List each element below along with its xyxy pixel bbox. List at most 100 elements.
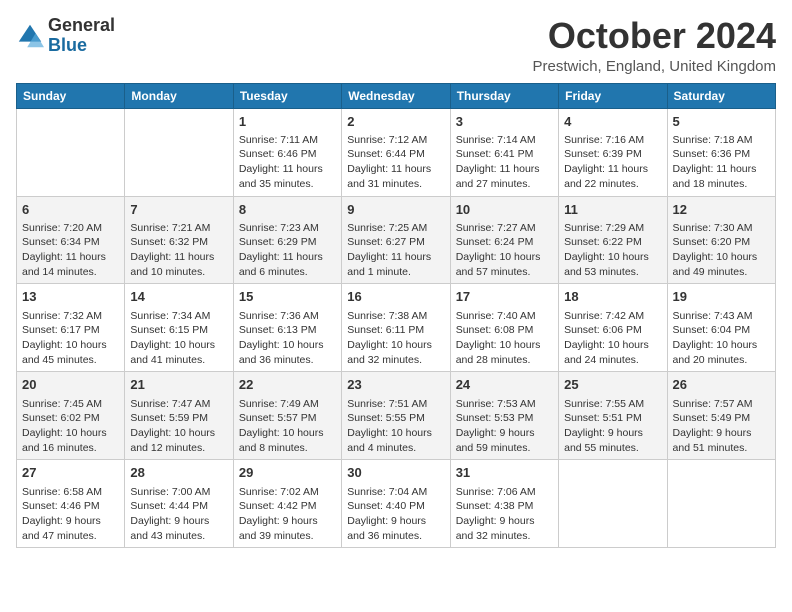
calendar-cell: 31 Sunrise: 7:06 AM Sunset: 4:38 PM Dayli… (450, 460, 558, 548)
calendar-cell: 9Sunrise: 7:25 AM Sunset: 6:27 PM Daylig… (342, 196, 450, 284)
calendar-cell: 5 Sunrise: 7:18 AM Sunset: 6:36 PM Daylig… (667, 108, 775, 196)
calendar-cell: 10 Sunrise: 7:27 AM Sunset: 6:24 PM Dayli… (450, 196, 558, 284)
day-number: 22 (239, 376, 336, 394)
calendar-cell: 13 Sunrise: 7:32 AM Sunset: 6:17 PM Dayli… (17, 284, 125, 372)
day-number: 2 (347, 113, 444, 131)
day-info: Sunrise: 7:49 AM Sunset: 5:57 PM Dayligh… (239, 397, 336, 456)
day-number: 16 (347, 288, 444, 306)
day-info: Sunrise: 7:02 AM Sunset: 4:42 PM Dayligh… (239, 485, 336, 544)
day-number: 15 (239, 288, 336, 306)
calendar-cell (125, 108, 233, 196)
weekday-header-friday: Friday (559, 83, 667, 108)
calendar-cell: 18 Sunrise: 7:42 AM Sunset: 6:06 PM Dayli… (559, 284, 667, 372)
calendar-cell: 27 Sunrise: 6:58 AM Sunset: 4:46 PM Dayli… (17, 460, 125, 548)
calendar-cell: 16 Sunrise: 7:38 AM Sunset: 6:11 PM Dayli… (342, 284, 450, 372)
day-info: Sunrise: 7:06 AM Sunset: 4:38 PM Dayligh… (456, 485, 553, 544)
day-number: 13 (22, 288, 119, 306)
day-number: 26 (673, 376, 770, 394)
day-info: Sunrise: 7:16 AM Sunset: 6:39 PM Dayligh… (564, 133, 661, 192)
calendar-cell: 17Sunrise: 7:40 AM Sunset: 6:08 PM Dayli… (450, 284, 558, 372)
day-info: Sunrise: 7:11 AM Sunset: 6:46 PM Dayligh… (239, 133, 336, 192)
day-number: 30 (347, 464, 444, 482)
logo-icon (16, 22, 44, 50)
calendar-cell: 3 Sunrise: 7:14 AM Sunset: 6:41 PM Daylig… (450, 108, 558, 196)
day-info: Sunrise: 7:14 AM Sunset: 6:41 PM Dayligh… (456, 133, 553, 192)
day-number: 20 (22, 376, 119, 394)
page-header: General Blue October 2024 Prestwich, Eng… (16, 16, 776, 75)
calendar-cell: 21 Sunrise: 7:47 AM Sunset: 5:59 PM Dayli… (125, 372, 233, 460)
week-row-1: 1Sunrise: 7:11 AM Sunset: 6:46 PM Daylig… (17, 108, 776, 196)
day-info: Sunrise: 7:47 AM Sunset: 5:59 PM Dayligh… (130, 397, 227, 456)
day-info: Sunrise: 7:45 AM Sunset: 6:02 PM Dayligh… (22, 397, 119, 456)
day-number: 11 (564, 201, 661, 219)
day-info: Sunrise: 7:34 AM Sunset: 6:15 PM Dayligh… (130, 309, 227, 368)
month-title: October 2024 (533, 16, 776, 56)
day-number: 21 (130, 376, 227, 394)
calendar-cell: 2Sunrise: 7:12 AM Sunset: 6:44 PM Daylig… (342, 108, 450, 196)
day-number: 5 (673, 113, 770, 131)
calendar-table: SundayMondayTuesdayWednesdayThursdayFrid… (16, 83, 776, 549)
calendar-cell: 6Sunrise: 7:20 AM Sunset: 6:34 PM Daylig… (17, 196, 125, 284)
calendar-cell (667, 460, 775, 548)
day-number: 29 (239, 464, 336, 482)
day-info: Sunrise: 7:40 AM Sunset: 6:08 PM Dayligh… (456, 309, 553, 368)
day-number: 27 (22, 464, 119, 482)
calendar-cell (559, 460, 667, 548)
calendar-cell: 29 Sunrise: 7:02 AM Sunset: 4:42 PM Dayli… (233, 460, 341, 548)
calendar-cell: 20 Sunrise: 7:45 AM Sunset: 6:02 PM Dayli… (17, 372, 125, 460)
day-info: Sunrise: 7:43 AM Sunset: 6:04 PM Dayligh… (673, 309, 770, 368)
day-number: 24 (456, 376, 553, 394)
calendar-cell: 22 Sunrise: 7:49 AM Sunset: 5:57 PM Dayli… (233, 372, 341, 460)
day-info: Sunrise: 7:00 AM Sunset: 4:44 PM Dayligh… (130, 485, 227, 544)
day-number: 8 (239, 201, 336, 219)
day-number: 14 (130, 288, 227, 306)
calendar-cell: 14 Sunrise: 7:34 AM Sunset: 6:15 PM Dayli… (125, 284, 233, 372)
day-number: 4 (564, 113, 661, 131)
day-info: Sunrise: 7:18 AM Sunset: 6:36 PM Dayligh… (673, 133, 770, 192)
weekday-header-sunday: Sunday (17, 83, 125, 108)
calendar-cell (17, 108, 125, 196)
day-number: 23 (347, 376, 444, 394)
day-info: Sunrise: 7:32 AM Sunset: 6:17 PM Dayligh… (22, 309, 119, 368)
day-info: Sunrise: 7:25 AM Sunset: 6:27 PM Dayligh… (347, 221, 444, 280)
day-info: Sunrise: 7:53 AM Sunset: 5:53 PM Dayligh… (456, 397, 553, 456)
weekday-header-monday: Monday (125, 83, 233, 108)
week-row-2: 6Sunrise: 7:20 AM Sunset: 6:34 PM Daylig… (17, 196, 776, 284)
day-number: 10 (456, 201, 553, 219)
weekday-header-row: SundayMondayTuesdayWednesdayThursdayFrid… (17, 83, 776, 108)
logo-text: General Blue (48, 16, 115, 56)
day-info: Sunrise: 7:23 AM Sunset: 6:29 PM Dayligh… (239, 221, 336, 280)
day-info: Sunrise: 7:38 AM Sunset: 6:11 PM Dayligh… (347, 309, 444, 368)
calendar-cell: 19Sunrise: 7:43 AM Sunset: 6:04 PM Dayli… (667, 284, 775, 372)
week-row-5: 27 Sunrise: 6:58 AM Sunset: 4:46 PM Dayli… (17, 460, 776, 548)
day-info: Sunrise: 7:27 AM Sunset: 6:24 PM Dayligh… (456, 221, 553, 280)
day-info: Sunrise: 7:55 AM Sunset: 5:51 PM Dayligh… (564, 397, 661, 456)
weekday-header-wednesday: Wednesday (342, 83, 450, 108)
day-number: 18 (564, 288, 661, 306)
day-number: 31 (456, 464, 553, 482)
location: Prestwich, England, United Kingdom (533, 58, 776, 75)
calendar-cell: 4 Sunrise: 7:16 AM Sunset: 6:39 PM Daylig… (559, 108, 667, 196)
day-number: 28 (130, 464, 227, 482)
calendar-cell: 26 Sunrise: 7:57 AM Sunset: 5:49 PM Dayli… (667, 372, 775, 460)
title-block: October 2024 Prestwich, England, United … (533, 16, 776, 75)
day-info: Sunrise: 7:29 AM Sunset: 6:22 PM Dayligh… (564, 221, 661, 280)
day-number: 3 (456, 113, 553, 131)
day-number: 7 (130, 201, 227, 219)
calendar-cell: 28 Sunrise: 7:00 AM Sunset: 4:44 PM Dayli… (125, 460, 233, 548)
day-info: Sunrise: 7:51 AM Sunset: 5:55 PM Dayligh… (347, 397, 444, 456)
weekday-header-thursday: Thursday (450, 83, 558, 108)
calendar-cell: 12Sunrise: 7:30 AM Sunset: 6:20 PM Dayli… (667, 196, 775, 284)
day-number: 25 (564, 376, 661, 394)
calendar-cell: 1Sunrise: 7:11 AM Sunset: 6:46 PM Daylig… (233, 108, 341, 196)
calendar-cell: 11 Sunrise: 7:29 AM Sunset: 6:22 PM Dayli… (559, 196, 667, 284)
day-info: Sunrise: 7:57 AM Sunset: 5:49 PM Dayligh… (673, 397, 770, 456)
day-info: Sunrise: 7:42 AM Sunset: 6:06 PM Dayligh… (564, 309, 661, 368)
day-info: Sunrise: 6:58 AM Sunset: 4:46 PM Dayligh… (22, 485, 119, 544)
calendar-cell: 24 Sunrise: 7:53 AM Sunset: 5:53 PM Dayli… (450, 372, 558, 460)
day-info: Sunrise: 7:20 AM Sunset: 6:34 PM Dayligh… (22, 221, 119, 280)
day-info: Sunrise: 7:04 AM Sunset: 4:40 PM Dayligh… (347, 485, 444, 544)
calendar-cell: 30 Sunrise: 7:04 AM Sunset: 4:40 PM Dayli… (342, 460, 450, 548)
calendar-cell: 8 Sunrise: 7:23 AM Sunset: 6:29 PM Daylig… (233, 196, 341, 284)
weekday-header-tuesday: Tuesday (233, 83, 341, 108)
